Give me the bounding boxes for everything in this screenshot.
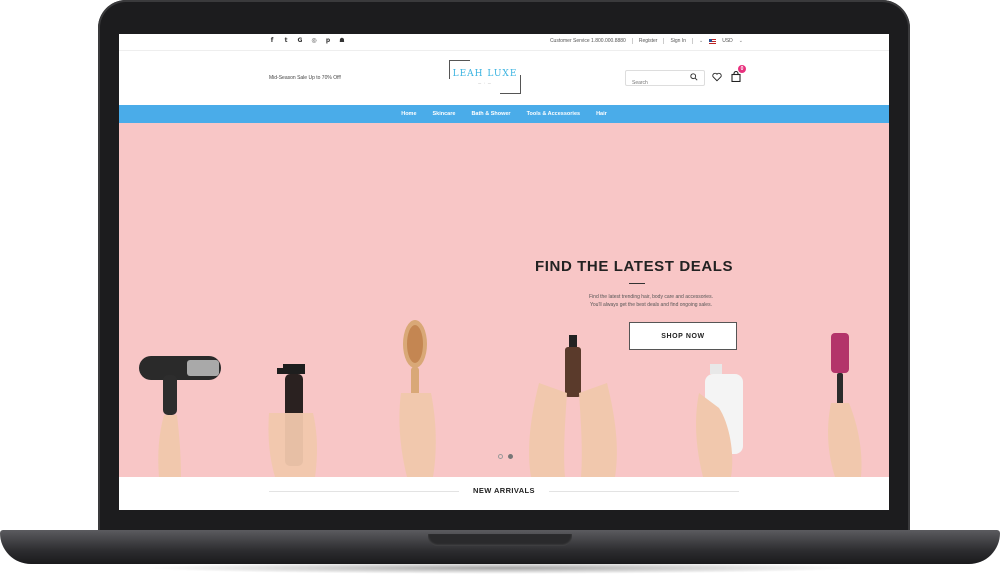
chevron-down-icon: ⌄ — [738, 38, 743, 44]
browser-screen: f t G ◎ p ☗ Customer Service 1.800.000.8… — [119, 34, 889, 510]
search-input[interactable] — [626, 77, 688, 89]
facebook-icon[interactable]: f — [269, 38, 275, 44]
laptop-shadow — [140, 562, 860, 574]
google-plus-icon[interactable]: G — [297, 38, 303, 44]
hero-title: FIND THE LATEST DEALS — [535, 258, 734, 275]
hero-description: Find the latest trending hair, body care… — [571, 293, 731, 309]
search-icon[interactable] — [690, 73, 698, 81]
top-links: Customer Service 1.800.000.8880 Register… — [550, 38, 743, 44]
logo-subline: — ◦ — — [478, 81, 492, 85]
main-nav: Home Skincare Bath & Shower Tools & Acce… — [119, 105, 889, 123]
nav-item-home[interactable]: Home — [401, 111, 416, 117]
slider-dot-active[interactable] — [508, 454, 513, 459]
divider — [692, 38, 694, 44]
social-links: f t G ◎ p ☗ — [269, 38, 345, 44]
laptop-notch — [428, 534, 572, 546]
slider-dot[interactable] — [498, 454, 503, 459]
divider — [631, 38, 633, 44]
spray-bottle-image — [268, 364, 317, 477]
pinterest-icon[interactable]: p — [325, 38, 331, 44]
customer-service-text: Customer Service 1.800.000.8880 — [549, 38, 626, 44]
snapchat-icon[interactable]: ☗ — [339, 38, 345, 44]
twitter-icon[interactable]: t — [283, 38, 289, 44]
wishlist-heart-icon[interactable] — [712, 72, 722, 82]
hairbrush-image — [399, 320, 436, 477]
us-flag-icon — [709, 38, 717, 44]
nav-item-tools-accessories[interactable]: Tools & Accessories — [527, 111, 581, 117]
search-box — [625, 70, 705, 89]
hero-text-line: You'll always get the best deals and fin… — [590, 302, 712, 308]
new-arrivals-section: NEW ARRIVALS — [119, 477, 889, 510]
nav-item-hair[interactable]: Hair — [596, 111, 607, 117]
hero-divider — [629, 283, 645, 284]
divider — [663, 38, 665, 44]
white-bottle-image — [696, 364, 743, 477]
cart-count-badge: 0 — [738, 65, 746, 73]
nav-item-skincare[interactable]: Skincare — [433, 111, 456, 117]
promo-text: Mid-Season Sale Up to 70% Off! — [269, 75, 342, 81]
logo-text: LEAH LUXE — [452, 69, 518, 79]
instagram-icon[interactable]: ◎ — [311, 38, 317, 44]
slider-dots — [498, 454, 513, 459]
currency-selector[interactable]: USD — [722, 38, 733, 44]
shop-now-button[interactable]: SHOP NOW — [629, 322, 737, 350]
hair-dryer-image — [139, 356, 221, 477]
top-bar: f t G ◎ p ☗ Customer Service 1.800.000.8… — [119, 34, 889, 51]
site-header: Mid-Season Sale Up to 70% Off! LEAH LUXE… — [119, 51, 889, 105]
hero-illustration — [139, 320, 862, 477]
section-title: NEW ARRIVALS — [459, 484, 549, 498]
hero-text-line: Find the latest trending hair, body care… — [589, 294, 713, 300]
site-logo[interactable]: LEAH LUXE — ◦ — — [449, 60, 521, 94]
chevron-down-icon: ⌄ — [699, 38, 704, 44]
round-brush-image — [828, 333, 862, 477]
hero-banner: FIND THE LATEST DEALS Find the latest tr… — [119, 123, 889, 477]
serum-bottle-image — [529, 335, 617, 477]
sign-in-link[interactable]: Sign In — [670, 38, 686, 44]
nav-item-bath-shower[interactable]: Bath & Shower — [471, 111, 510, 117]
register-link[interactable]: Register — [639, 38, 658, 44]
